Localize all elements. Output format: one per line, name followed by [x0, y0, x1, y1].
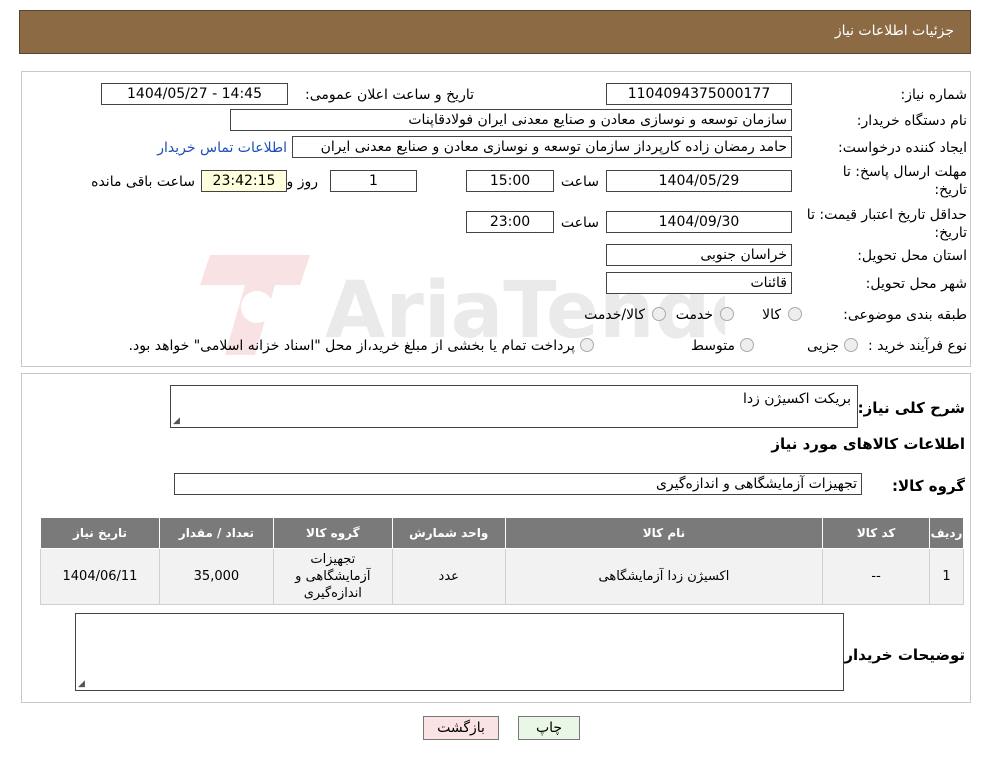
category-service-label: خدمت	[675, 307, 713, 323]
print-button[interactable]: چاپ	[518, 716, 580, 740]
page-header: جزئیات اطلاعات نیاز	[19, 10, 971, 54]
announce-date-label: تاریخ و ساعت اعلان عمومی:	[305, 87, 474, 103]
summary-text: بریکت اکسیژن زدا	[742, 391, 851, 407]
resize-grip-icon[interactable]: ◢	[78, 679, 85, 689]
requester-label: ایجاد کننده درخواست:	[838, 140, 967, 156]
price-validity-time-field: 23:00	[466, 211, 554, 233]
category-service-radio[interactable]	[720, 307, 734, 321]
summary-textarea[interactable]: بریکت اکسیژن زدا ◢	[170, 385, 858, 428]
category-goods-service-label: کالا/خدمت	[584, 307, 645, 323]
need-number-label: شماره نیاز:	[900, 87, 968, 103]
process-medium-label: متوسط	[691, 338, 735, 354]
purchase-process-label: نوع فرآیند خرید :	[868, 338, 967, 354]
delivery-province-label: استان محل تحویل:	[857, 248, 967, 264]
col-goods-name: نام کالا	[504, 517, 824, 549]
goods-table-header: ردیف کد کالا نام کالا واحد شمارش گروه کا…	[40, 517, 964, 549]
delivery-city-label: شهر محل تحویل:	[865, 276, 967, 292]
cell-unit: عدد	[391, 548, 506, 605]
cell-goods-group: تجهیزات آزمایشگاهی و اندازه‌گیری	[272, 548, 393, 605]
cell-need-date: 1404/06/11	[40, 548, 160, 605]
deadline-label: مهلت ارسال پاسخ: تا	[842, 164, 967, 180]
col-goods-code: کد کالا	[822, 517, 931, 549]
deadline-time-field: 15:00	[466, 170, 554, 192]
deadline-date-field: 1404/05/29	[606, 170, 792, 192]
goods-group-field: تجهیزات آزمایشگاهی و اندازه‌گیری	[174, 473, 862, 495]
process-treasury-checkbox[interactable]	[580, 338, 594, 352]
days-remaining-field: 1	[330, 170, 417, 192]
col-unit: واحد شمارش	[391, 517, 506, 549]
back-button[interactable]: بازگشت	[423, 716, 499, 740]
deadline-time-label: ساعت	[560, 174, 599, 190]
cell-row-number: 1	[929, 548, 964, 605]
announce-date-field: 1404/05/27 - 14:45	[101, 83, 288, 105]
price-validity-date-field: 1404/09/30	[606, 211, 792, 233]
price-validity-label-date: تاریخ:	[934, 225, 967, 241]
time-remaining-label: ساعت باقی مانده	[91, 174, 195, 190]
process-medium-radio[interactable]	[740, 338, 754, 352]
process-treasury-note: پرداخت تمام یا بخشی از مبلغ خرید،از محل …	[128, 338, 575, 354]
delivery-province-field: خراسان جنوبی	[606, 244, 792, 266]
cell-quantity: 35,000	[158, 548, 274, 605]
category-goods-service-radio[interactable]	[652, 307, 666, 321]
cell-goods-code: --	[822, 548, 931, 605]
col-quantity: تعداد / مقدار	[158, 517, 274, 549]
requester-field: حامد رمضان زاده کارپرداز سازمان توسعه و …	[292, 136, 792, 158]
delivery-city-field: قائنات	[606, 272, 792, 294]
summary-label: شرح کلی نیاز:	[857, 399, 965, 417]
goods-section-title: اطلاعات کالاهای مورد نیاز	[771, 435, 965, 453]
buyer-org-field: سازمان توسعه و نوسازی معادن و صنایع معدن…	[230, 109, 792, 131]
goods-group-label: گروه کالا:	[892, 477, 965, 495]
price-validity-label: حداقل تاریخ اعتبار قیمت: تا	[806, 207, 967, 223]
col-row-number: ردیف	[929, 517, 964, 549]
buyer-contact-link[interactable]: اطلاعات تماس خریدار	[157, 140, 287, 156]
buyer-org-label: نام دستگاه خریدار:	[856, 113, 967, 129]
time-remaining-field: 23:42:15	[201, 170, 287, 192]
buyer-notes-label: توضیحات خریدار:	[838, 646, 965, 664]
price-validity-time-label: ساعت	[560, 215, 599, 231]
process-minor-label: جزیی	[807, 338, 839, 354]
col-need-date: تاریخ نیاز	[40, 517, 160, 549]
category-label: طبقه بندی موضوعی:	[843, 307, 967, 323]
category-goods-label: کالا	[762, 307, 781, 323]
goods-table: ردیف کد کالا نام کالا واحد شمارش گروه کا…	[40, 517, 964, 605]
page-title: جزئیات اطلاعات نیاز	[834, 23, 954, 39]
need-number-field: 1104094375000177	[606, 83, 792, 105]
resize-grip-icon[interactable]: ◢	[173, 416, 180, 426]
buyer-notes-textarea[interactable]: ◢	[75, 613, 844, 691]
table-row: 1 -- اکسیژن زدا آزمایشگاهی عدد تجهیزات آ…	[40, 548, 964, 605]
goods-table-wrap: ردیف کد کالا نام کالا واحد شمارش گروه کا…	[40, 517, 964, 605]
cell-goods-name: اکسیژن زدا آزمایشگاهی	[504, 548, 824, 605]
process-minor-radio[interactable]	[844, 338, 858, 352]
days-label: روز و	[286, 174, 319, 190]
deadline-label-date: تاریخ:	[934, 182, 967, 198]
category-goods-radio[interactable]	[788, 307, 802, 321]
col-goods-group: گروه کالا	[272, 517, 393, 549]
